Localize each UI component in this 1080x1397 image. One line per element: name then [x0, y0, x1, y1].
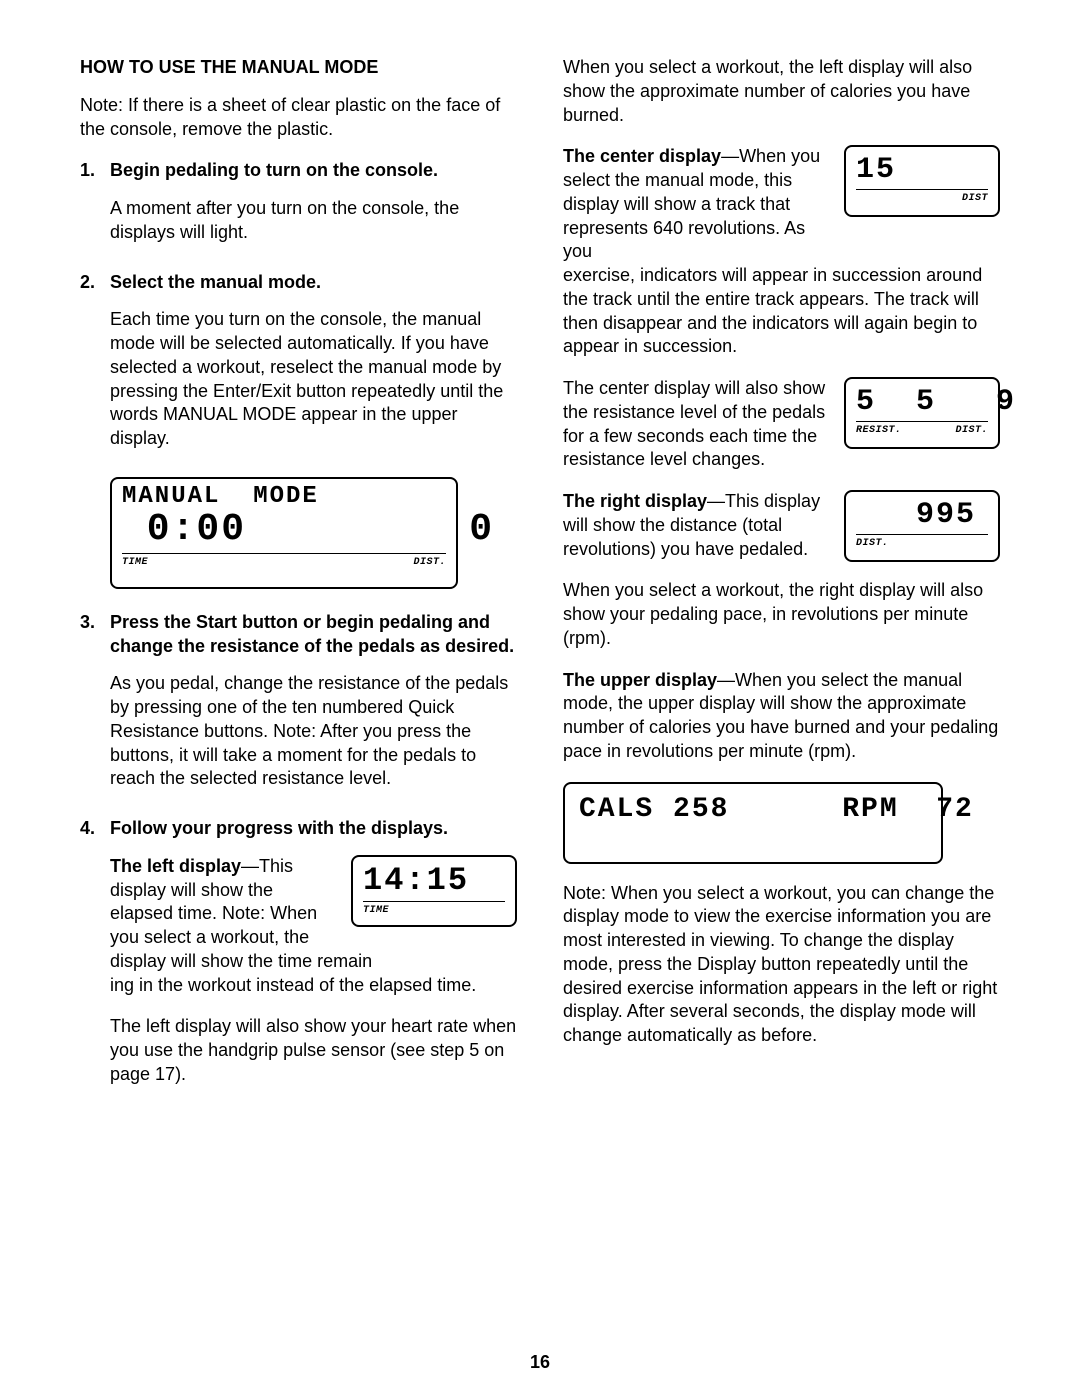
left-display-lead: The left display	[110, 856, 241, 876]
lcd-big: 15	[856, 155, 988, 185]
right-intro: When you select a workout, the left disp…	[563, 56, 1000, 127]
step-number: 3.	[80, 611, 100, 809]
lcd-line1: MANUAL MODE	[122, 485, 446, 509]
step-title: Select the manual mode.	[110, 271, 517, 295]
step-number: 2.	[80, 271, 100, 469]
right-display-lead: The right display	[563, 491, 707, 511]
lcd-line2: 0:00 0	[122, 511, 446, 549]
lcd-left-display: 14:15 TIME	[351, 855, 517, 927]
intro-note: Note: If there is a sheet of clear plast…	[80, 94, 517, 142]
right-display-block: 995 DIST. The right display—This display…	[563, 490, 1000, 579]
center-display-cont: exercise, indicators will appear in succ…	[563, 264, 1000, 359]
step-title: Follow your progress with the displays.	[110, 817, 517, 841]
step-para: A moment after you turn on the console, …	[110, 197, 517, 245]
display-mode-note: Note: When you select a workout, you can…	[563, 882, 1000, 1048]
center-display-lead: The center display	[563, 146, 721, 166]
left-display-cont: ing in the workout instead of the elapse…	[110, 974, 517, 998]
center-display-block-2: 5 5 9 RESIST. DIST. The center display w…	[563, 377, 1000, 490]
lcd-label-time: TIME	[363, 904, 389, 917]
step-number: 1.	[80, 159, 100, 262]
left-display-p2: The left display will also show your hea…	[110, 1015, 517, 1086]
manual-page: HOW TO USE THE MANUAL MODE Note: If ther…	[0, 0, 1080, 1397]
step-2: 2. Select the manual mode. Each time you…	[80, 271, 517, 469]
lcd-labels: DIST	[856, 189, 988, 205]
lcd-right-display: 995 DIST.	[844, 490, 1000, 562]
lcd-label-dist: DIST.	[955, 424, 988, 437]
step-para: Each time you turn on the console, the m…	[110, 308, 517, 451]
lcd-big: 14:15	[363, 865, 505, 897]
step-3: 3. Press the Start button or begin pedal…	[80, 611, 517, 809]
step-number: 4.	[80, 817, 100, 1105]
lcd-center-1: 15 DIST	[844, 145, 1000, 217]
lcd-manual-mode: MANUAL MODE 0:00 0 TIME DIST.	[110, 477, 458, 589]
lcd-center-2: 5 5 9 RESIST. DIST.	[844, 377, 1000, 449]
step-title: Press the Start button or begin pedaling…	[110, 611, 517, 659]
center-display-block-1: 15 DIST The center display—When you sele…	[563, 145, 1000, 264]
upper-display-para: The upper display—When you select the ma…	[563, 669, 1000, 764]
lcd-labels: TIME	[363, 901, 505, 917]
lcd-labels: RESIST. DIST.	[856, 421, 988, 437]
lcd-label-time: TIME	[122, 556, 148, 569]
page-number: 16	[0, 1352, 1080, 1373]
upper-display-lead: The upper display	[563, 670, 717, 690]
lcd-big: 995	[856, 500, 988, 530]
right-column: When you select a workout, the left disp…	[563, 56, 1000, 1113]
step-1: 1. Begin pedaling to turn on the console…	[80, 159, 517, 262]
lcd-upper-display: CALS 258 RPM 72	[563, 782, 943, 864]
lcd-labels: TIME DIST.	[122, 553, 446, 569]
lcd-label-resist: RESIST.	[856, 424, 902, 437]
steps-list: 1. Begin pedaling to turn on the console…	[80, 159, 517, 469]
step-title: Begin pedaling to turn on the console.	[110, 159, 517, 183]
step-4: 4. Follow your progress with the display…	[80, 817, 517, 1105]
lcd-line: CALS 258 RPM 72	[575, 790, 931, 830]
lcd-labels: DIST.	[856, 534, 988, 550]
lcd-label-dist: DIST.	[856, 537, 889, 550]
lcd-label-dist: DIST.	[413, 556, 446, 569]
lcd-label-dist: DIST	[962, 192, 988, 205]
steps-list-continued: 3. Press the Start button or begin pedal…	[80, 611, 517, 1105]
left-display-block: 14:15 TIME The left display—This display…	[110, 855, 517, 974]
section-heading: HOW TO USE THE MANUAL MODE	[80, 56, 517, 80]
lcd-big: 5 5 9	[856, 387, 988, 417]
right-display-p2: When you select a workout, the right dis…	[563, 579, 1000, 650]
step-para: As you pedal, change the resistance of t…	[110, 672, 517, 791]
two-column-layout: HOW TO USE THE MANUAL MODE Note: If ther…	[80, 56, 1000, 1113]
left-column: HOW TO USE THE MANUAL MODE Note: If ther…	[80, 56, 517, 1113]
